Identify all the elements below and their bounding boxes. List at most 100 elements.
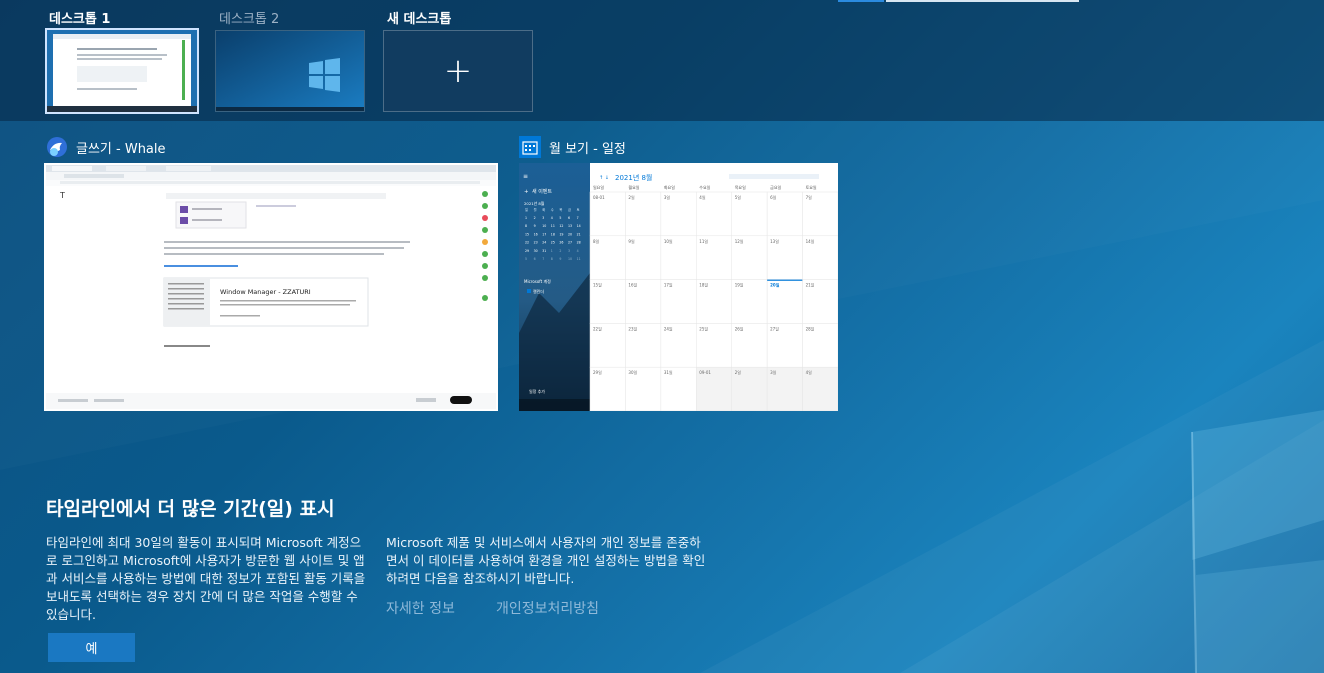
- mini-day[interactable]: 8: [551, 257, 553, 261]
- mini-day[interactable]: 5: [559, 216, 561, 220]
- whale-browser-content: T Window Manager - ZZATURI: [46, 165, 496, 409]
- mini-day[interactable]: 9: [559, 257, 561, 261]
- more-info-link[interactable]: 자세한 정보: [386, 598, 455, 618]
- mini-weekday: 일: [525, 207, 528, 212]
- calendar-day-label: 23일: [628, 325, 637, 331]
- mini-day[interactable]: 25: [551, 241, 555, 245]
- mini-day[interactable]: 27: [568, 241, 572, 245]
- calendar-day-label: 08-01: [593, 195, 605, 200]
- calendar-day-label: 26일: [735, 325, 744, 331]
- mini-day[interactable]: 31: [542, 249, 546, 253]
- weekday-header: 토요일: [806, 184, 817, 190]
- mini-day[interactable]: 21: [577, 232, 581, 236]
- mini-day[interactable]: 26: [559, 241, 563, 245]
- mini-day[interactable]: 8: [525, 224, 527, 228]
- mini-day[interactable]: 3: [568, 249, 570, 253]
- desktop-1-label: 데스크톱 1: [49, 12, 111, 27]
- calendar-day-label: 22일: [593, 325, 602, 331]
- strip-accent-left: [838, 0, 884, 2]
- desktop-2-label: 데스크톱 2: [219, 12, 280, 27]
- mini-day[interactable]: 22: [525, 241, 529, 245]
- calendar-day-label: 28일: [806, 325, 815, 331]
- mini-day[interactable]: 7: [542, 257, 544, 261]
- mini-day[interactable]: 2: [534, 216, 536, 220]
- mini-day[interactable]: 29: [525, 249, 529, 253]
- desktop-2-preview: [216, 31, 364, 111]
- calendar-day-label: 21일: [806, 282, 815, 288]
- mini-day[interactable]: 13: [568, 224, 572, 228]
- calendar-day-label: 13일: [770, 238, 779, 244]
- mini-day[interactable]: 30: [534, 249, 538, 253]
- mini-day[interactable]: 24: [542, 241, 546, 245]
- calendar-day-label: 30일: [628, 369, 637, 375]
- window-header-calendar[interactable]: 월 보기 - 일정: [519, 136, 626, 158]
- mini-day[interactable]: 17: [542, 232, 546, 236]
- calendar-content: ≡ + 새 이벤트 2021년 8월 일 월 화 수 목 금 토1 2 3 4 5 6 78 9 10 11 1…: [519, 163, 838, 411]
- plus-icon: +: [443, 51, 473, 91]
- mini-day[interactable]: 23: [534, 241, 538, 245]
- new-desktop-label: 새 데스크톱: [387, 12, 452, 27]
- mini-day[interactable]: 19: [559, 232, 563, 236]
- mini-day[interactable]: 4: [577, 249, 579, 253]
- mini-day[interactable]: 5: [525, 257, 527, 261]
- mini-day[interactable]: 6: [568, 216, 570, 220]
- calendar-day-label: 11일: [699, 238, 708, 244]
- privacy-policy-link[interactable]: 개인정보처리방침: [496, 598, 599, 618]
- window-header-whale[interactable]: 글쓰기 - Whale: [46, 136, 166, 158]
- window-title-whale: 글쓰기 - Whale: [76, 141, 166, 157]
- desktop-2-thumbnail[interactable]: [215, 30, 365, 112]
- mini-day[interactable]: 18: [551, 232, 555, 236]
- mini-day[interactable]: 20: [568, 232, 572, 236]
- calendar-day-label: 6일: [770, 194, 777, 200]
- calendar-day-label: 14일: [806, 238, 815, 244]
- mini-day[interactable]: 11: [577, 257, 581, 261]
- strip-accent-right: [886, 0, 1079, 2]
- timeline-title: 타임라인에서 더 많은 기간(일) 표시: [46, 498, 335, 520]
- virtual-desktops-bar: 데스크톱 1 데스크톱 2 새 데스크톱 +: [0, 0, 1324, 121]
- calendar-day-label: 15일: [593, 282, 602, 288]
- mini-day[interactable]: 11: [551, 224, 555, 228]
- desktop-1-thumbnail[interactable]: [45, 28, 199, 114]
- svg-text:T: T: [59, 191, 65, 200]
- calendar-day-label: 3일: [664, 194, 671, 200]
- mini-day[interactable]: 10: [568, 257, 572, 261]
- mini-day[interactable]: 16: [534, 232, 538, 236]
- calendar-day-label: 17일: [664, 282, 673, 288]
- yes-button[interactable]: 예: [48, 633, 135, 662]
- calendar-day-label: 09-01: [699, 370, 711, 375]
- calendar-day-label: 20일: [770, 282, 780, 288]
- calendar-day-label: 16일: [628, 282, 637, 288]
- calendar-day-label: 2일: [628, 194, 635, 200]
- mini-day[interactable]: 2: [559, 249, 561, 253]
- mini-day[interactable]: 1: [525, 216, 527, 220]
- weekday-header: 수요일: [699, 184, 710, 190]
- weekday-header: 금요일: [770, 184, 781, 190]
- mini-day[interactable]: 1: [551, 249, 553, 253]
- mini-day[interactable]: 10: [542, 224, 546, 228]
- calendar-day-label: 19일: [735, 282, 744, 288]
- calendar-account: Microsoft 계정: [524, 278, 551, 284]
- whale-window-preview[interactable]: T Window Manager - ZZATURI: [44, 163, 498, 411]
- calendar-day-label: 9일: [628, 238, 635, 244]
- new-desktop-button[interactable]: +: [383, 30, 533, 112]
- mini-day[interactable]: 14: [577, 224, 581, 228]
- mini-day[interactable]: 9: [534, 224, 536, 228]
- today-indicator: [767, 279, 803, 281]
- mini-day[interactable]: 6: [534, 257, 536, 261]
- calendar-window-preview[interactable]: ≡ + 새 이벤트 2021년 8월 일 월 화 수 목 금 토 1 2 3 4 5 6 7 8 9 10 11 1…: [519, 163, 838, 411]
- calendar-day-label: 27일: [770, 325, 779, 331]
- mini-day[interactable]: 15: [525, 232, 529, 236]
- mini-day[interactable]: 12: [559, 224, 563, 228]
- mini-day[interactable]: 28: [577, 241, 581, 245]
- mini-weekday: 토: [577, 208, 580, 212]
- weekday-header: 일요일: [593, 184, 604, 190]
- desktop-1-preview: [47, 30, 197, 112]
- mini-day[interactable]: 7: [577, 216, 579, 220]
- window-title-calendar: 월 보기 - 일정: [549, 141, 626, 157]
- calendar-day-label: 5일: [735, 194, 742, 200]
- mini-day[interactable]: 3: [542, 216, 544, 220]
- mini-day[interactable]: 4: [551, 216, 553, 220]
- calendar-month-header: 2021년 8월: [615, 173, 652, 182]
- weekday-header: 화요일: [664, 184, 675, 190]
- mini-month-title: 2021년 8월: [524, 201, 545, 206]
